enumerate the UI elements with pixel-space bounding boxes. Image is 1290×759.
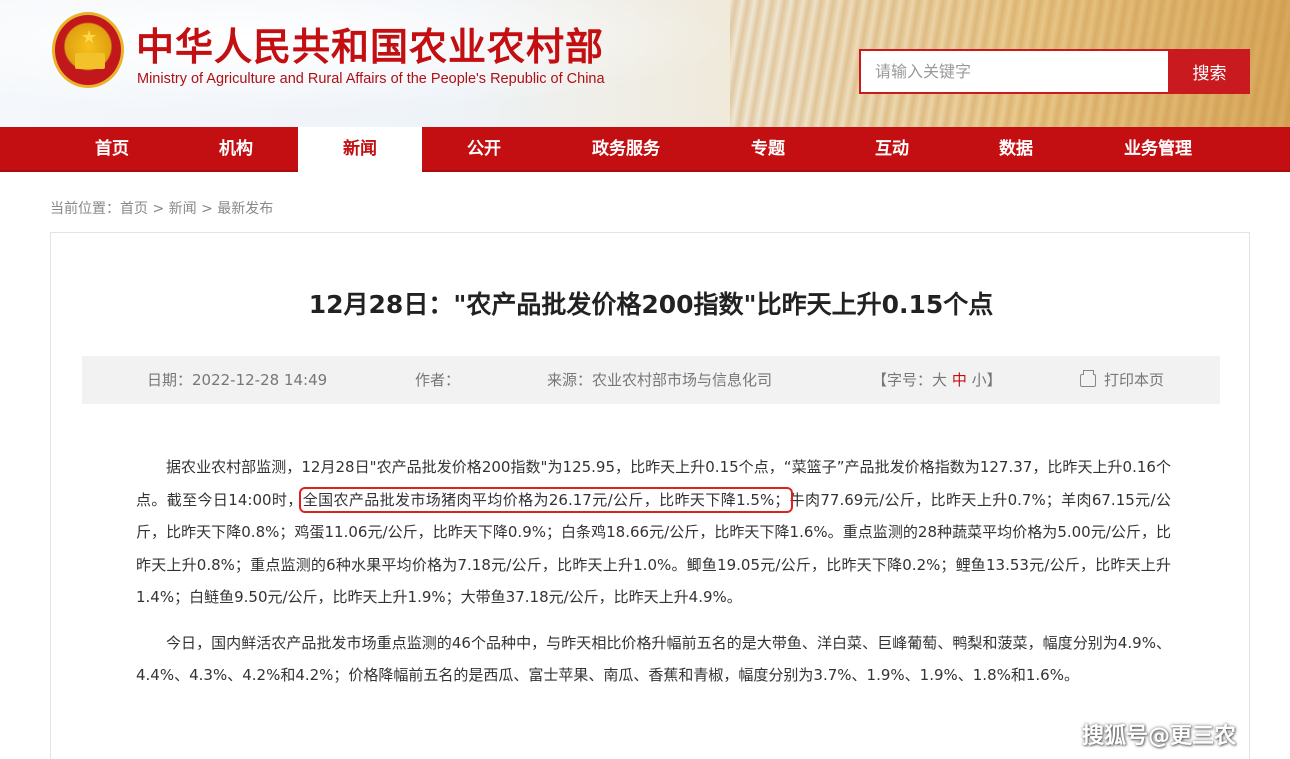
- nav-item-topics[interactable]: 专题: [706, 127, 830, 172]
- breadcrumb-separator: >: [196, 201, 218, 217]
- printer-icon: [1080, 370, 1096, 387]
- search-input[interactable]: [861, 51, 1168, 92]
- nav-item-home[interactable]: 首页: [50, 127, 174, 172]
- highlighted-pork-price: 全国农产品批发市场猪肉平均价格为26.17元/公斤，比昨天下降1.5%；: [298, 486, 794, 513]
- nav-item-public[interactable]: 公开: [422, 127, 546, 172]
- article-body: 据农业农村部监测，12月28日"农产品批发价格200指数"为125.95，比昨天…: [136, 451, 1171, 692]
- breadcrumb-separator: >: [148, 201, 169, 217]
- font-size-label-close: 】: [986, 371, 1002, 389]
- breadcrumb-item-home[interactable]: 首页: [120, 201, 148, 217]
- breadcrumb-item-news[interactable]: 新闻: [169, 201, 197, 217]
- sohu-watermark: 搜狐号@更三农: [1082, 724, 1237, 749]
- site-title-cn[interactable]: 中华人民共和国农业农村部: [136, 16, 604, 71]
- nav-item-news[interactable]: 新闻: [298, 127, 422, 172]
- font-size-small-link[interactable]: 小: [972, 371, 987, 389]
- font-size-label-open: 【字号：: [872, 371, 933, 389]
- national-emblem-icon[interactable]: ★: [52, 12, 124, 88]
- nav-item-data[interactable]: 数据: [954, 127, 1078, 172]
- font-size-large-link[interactable]: 大: [932, 371, 947, 389]
- article-source: 来源：农业农村部市场与信息化司: [547, 371, 773, 389]
- article-paragraph-1: 据农业农村部监测，12月28日"农产品批发价格200指数"为125.95，比昨天…: [136, 451, 1171, 614]
- main-nav: 首页 机构 新闻 公开 政务服务 专题 互动 数据 业务管理: [0, 127, 1290, 172]
- nav-item-business-management[interactable]: 业务管理: [1078, 127, 1238, 172]
- article-title: 12月28日："农产品批发价格200指数"比昨天上升0.15个点: [308, 290, 994, 319]
- breadcrumb-item-latest[interactable]: 最新发布: [217, 201, 273, 217]
- article-date: 日期：2022-12-28 14:49: [147, 371, 328, 389]
- page: ★ 中华人民共和国农业农村部 Ministry of Agriculture a…: [0, 0, 1290, 759]
- breadcrumb: 当前位置：首页 > 新闻 > 最新发布: [50, 198, 273, 218]
- gate-icon: [75, 53, 105, 69]
- header-banner: ★ 中华人民共和国农业农村部 Ministry of Agriculture a…: [0, 0, 1290, 127]
- article-author: 作者：: [415, 371, 461, 389]
- font-size-medium-link[interactable]: 中: [952, 371, 967, 389]
- font-size-control: 【字号：大 中 小】: [872, 356, 1002, 404]
- article-paragraph-2: 今日，国内鲜活农产品批发市场重点监测的46个品种中，与昨天相比价格升幅前五名的是…: [136, 633, 1171, 685]
- search-box: 搜索: [859, 49, 1250, 94]
- nav-item-organization[interactable]: 机构: [174, 127, 298, 172]
- article-meta-bar: 日期：2022-12-28 14:49 作者： 来源：农业农村部市场与信息化司 …: [82, 356, 1220, 404]
- article-container: 12月28日："农产品批发价格200指数"比昨天上升0.15个点 日期：2022…: [50, 232, 1250, 759]
- print-page-label: 打印本页: [1104, 371, 1165, 389]
- site-title-en: Ministry of Agriculture and Rural Affair…: [137, 71, 605, 87]
- search-button[interactable]: 搜索: [1169, 49, 1250, 94]
- nav-item-interaction[interactable]: 互动: [830, 127, 954, 172]
- star-icon: ★: [81, 27, 98, 48]
- nav-item-government-services[interactable]: 政务服务: [546, 127, 706, 172]
- breadcrumb-prefix: 当前位置：: [50, 201, 120, 217]
- print-page-button[interactable]: 打印本页: [1080, 356, 1164, 404]
